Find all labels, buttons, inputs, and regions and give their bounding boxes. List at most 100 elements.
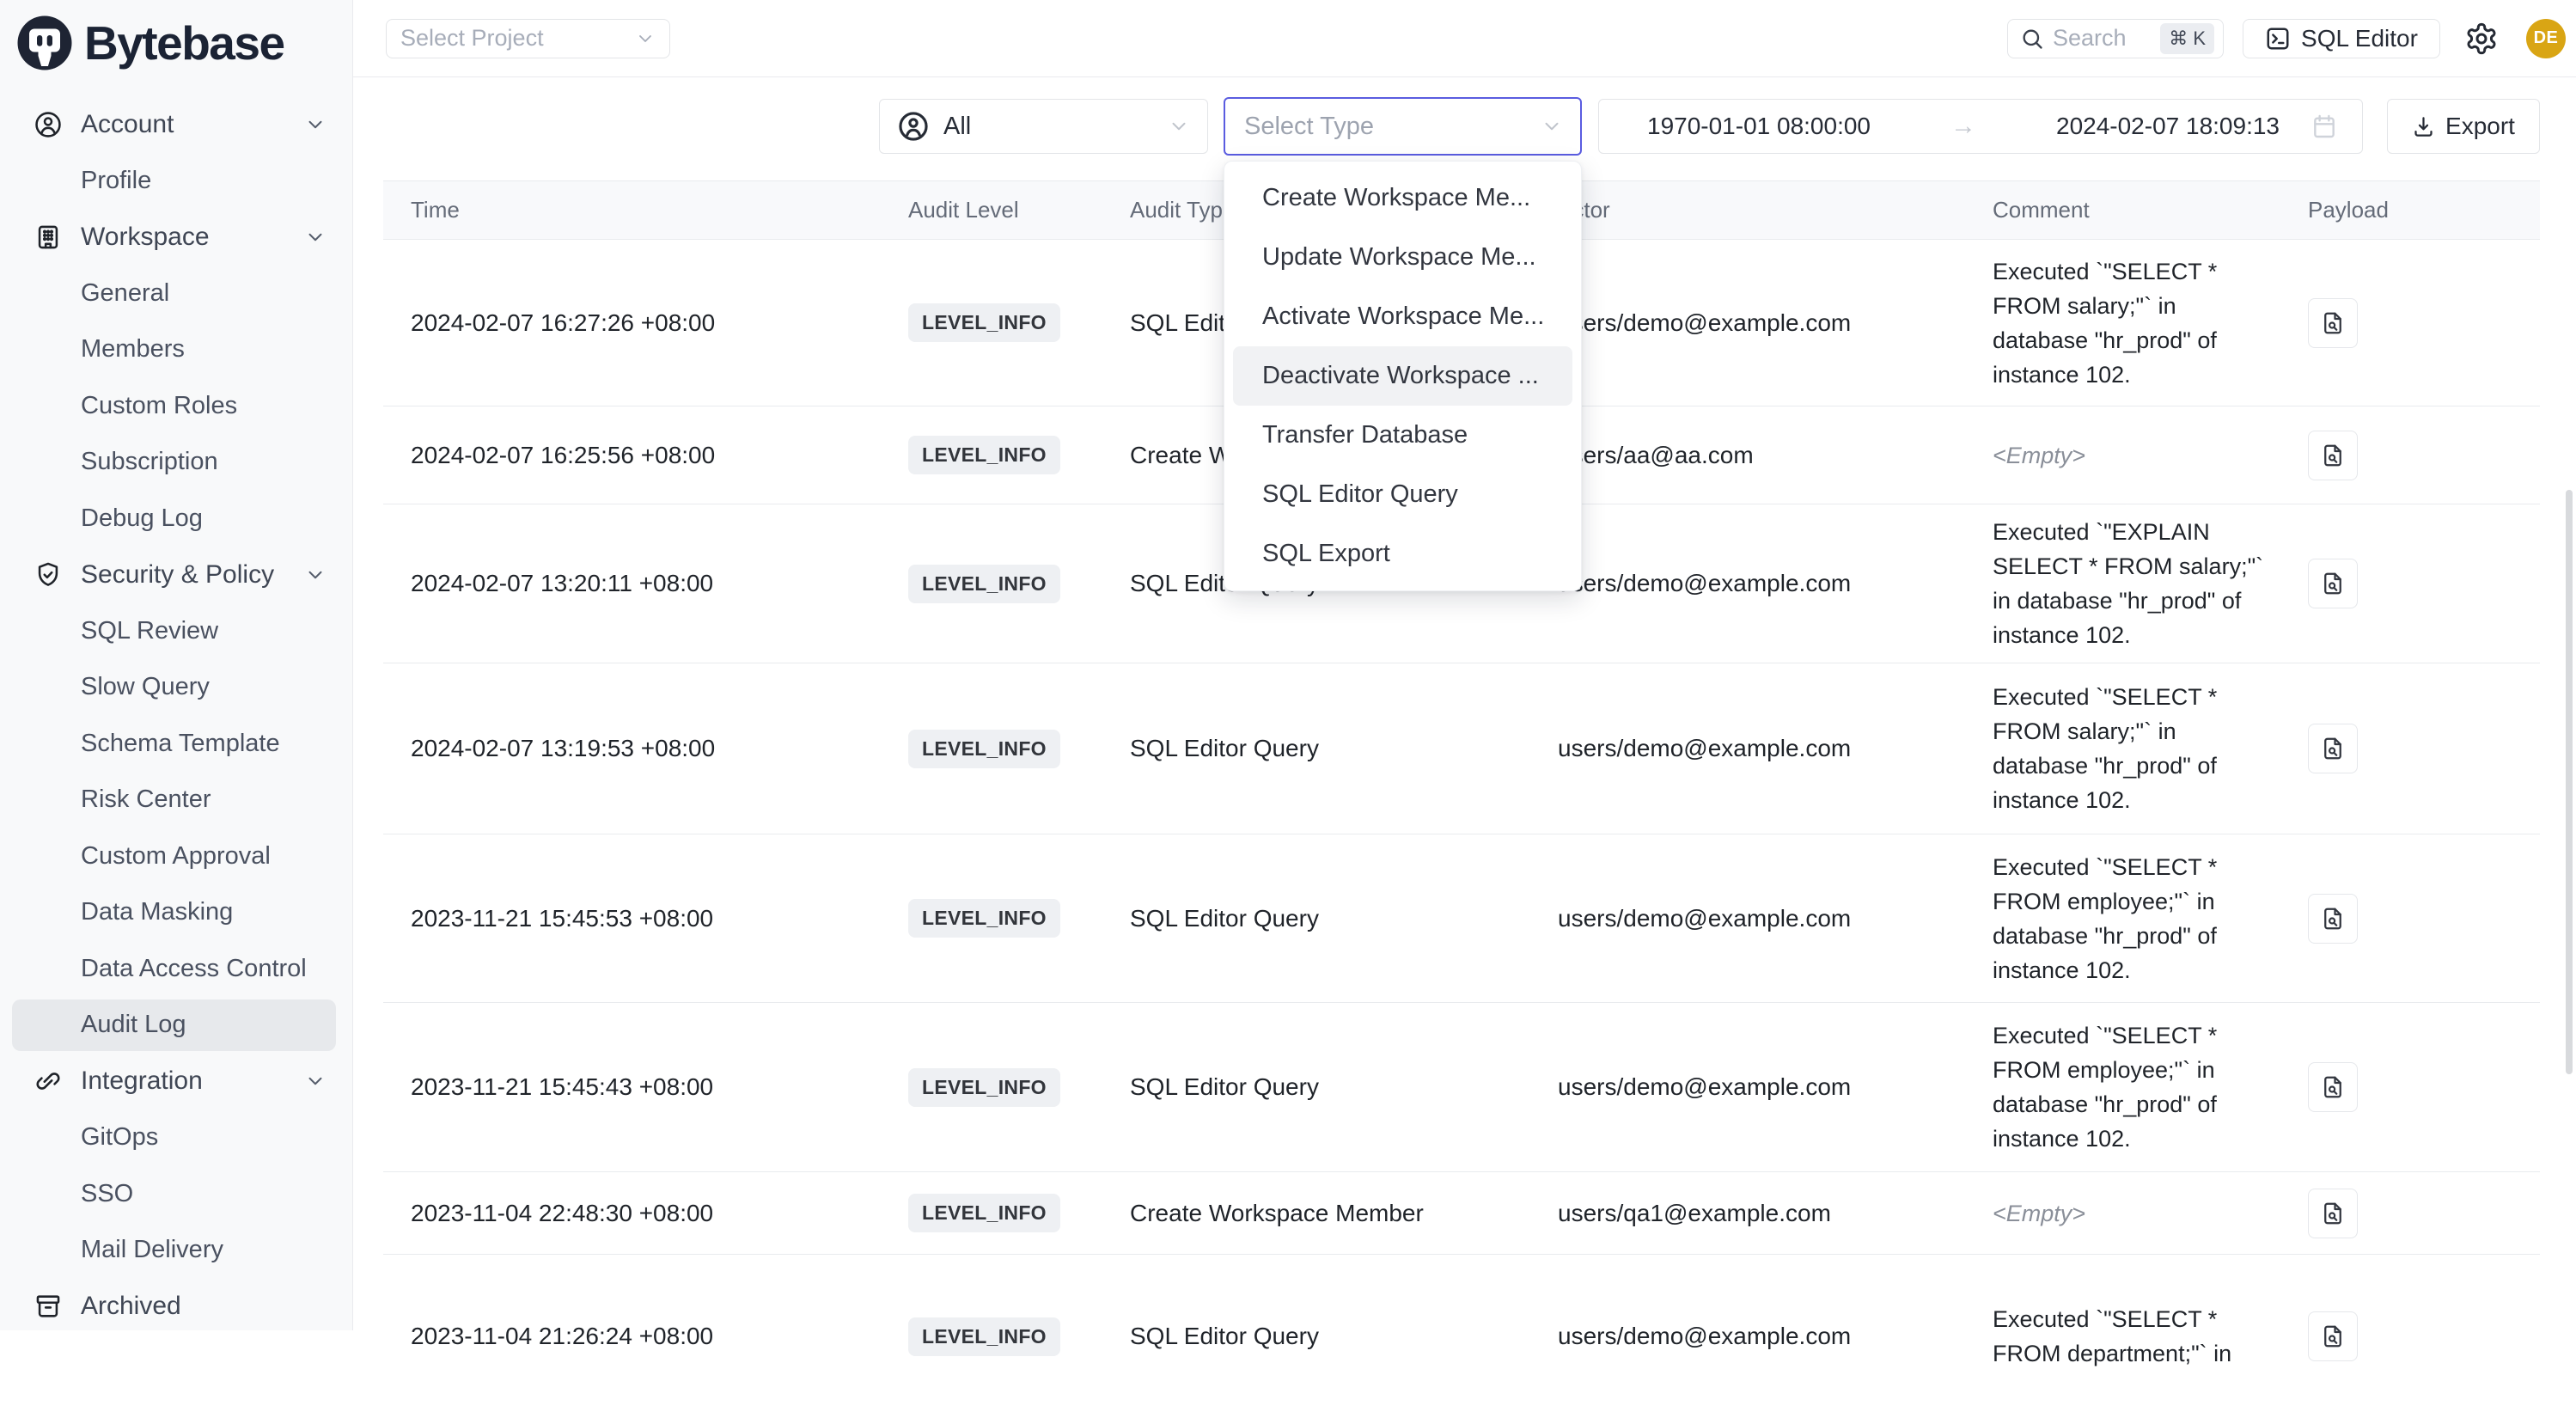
cell-comment: Executed `"SELECT * FROM salary;"` in da… <box>1965 254 2276 392</box>
arrow-right-icon: → <box>1871 112 2056 141</box>
payload-view-button[interactable] <box>2308 1062 2358 1112</box>
sidebar-item-label: Debug Log <box>81 504 203 533</box>
cell-payload <box>2280 1311 2540 1361</box>
sidebar-section-label: Integration <box>81 1067 203 1096</box>
scrollbar-thumb[interactable] <box>2566 490 2573 1074</box>
sql-editor-button[interactable]: SQL Editor <box>2243 19 2440 58</box>
sidebar-item-label: General <box>81 279 169 308</box>
date-from-value: 1970-01-01 08:00:00 <box>1647 113 1871 140</box>
sidebar-item-mail-delivery[interactable]: Mail Delivery <box>0 1222 352 1279</box>
dropdown-option-update-workspace-me[interactable]: Update Workspace Me... <box>1233 228 1572 287</box>
search-shortcut-badge: ⌘ K <box>2160 23 2214 54</box>
sidebar-section-account[interactable]: Account <box>0 96 352 153</box>
payload-view-button[interactable] <box>2308 1311 2358 1361</box>
cell-audit-level: LEVEL_INFO <box>881 899 1102 938</box>
chevron-down-icon <box>304 226 327 248</box>
sidebar-item-profile[interactable]: Profile <box>0 153 352 210</box>
cell-audit-type: SQL Editor Query <box>1102 1073 1530 1101</box>
cell-payload <box>2280 1062 2540 1112</box>
gear-icon[interactable] <box>2464 21 2499 56</box>
audit-level-badge: LEVEL_INFO <box>908 565 1060 603</box>
sidebar-item-custom-approval[interactable]: Custom Approval <box>0 828 352 885</box>
sidebar-item-gitops[interactable]: GitOps <box>0 1109 352 1166</box>
sidebar-item-label: SSO <box>81 1180 133 1208</box>
project-select[interactable]: Select Project <box>386 19 670 58</box>
sidebar-section-archived[interactable]: Archived <box>0 1279 352 1335</box>
cell-comment: Executed `"SELECT * FROM employee;"` in … <box>1965 1018 2276 1156</box>
dropdown-option-sql-export[interactable]: SQL Export <box>1233 524 1572 584</box>
column-header-comment: Comment <box>1965 197 2280 223</box>
bytebase-logo[interactable]: Bytebase <box>0 0 352 86</box>
export-label: Export <box>2445 113 2515 140</box>
cell-payload <box>2280 431 2540 480</box>
sidebar-item-audit-log[interactable]: Audit Log <box>0 997 352 1054</box>
chevron-down-icon <box>304 564 327 586</box>
dropdown-option-activate-workspace-me[interactable]: Activate Workspace Me... <box>1233 287 1572 346</box>
sidebar-item-members[interactable]: Members <box>0 321 352 378</box>
dropdown-option-deactivate-workspace[interactable]: Deactivate Workspace ... <box>1233 346 1572 406</box>
cell-audit-level: LEVEL_INFO <box>881 1068 1102 1107</box>
file-search-icon <box>2320 443 2346 468</box>
sidebar-item-sso[interactable]: SSO <box>0 1166 352 1223</box>
topbar: Select Project Search ⌘ K SQL Editor DE <box>353 0 2576 77</box>
search-input[interactable]: Search ⌘ K <box>2007 19 2224 58</box>
payload-view-button[interactable] <box>2308 559 2358 608</box>
dropdown-option-transfer-database[interactable]: Transfer Database <box>1233 406 1572 465</box>
sidebar-item-risk-center[interactable]: Risk Center <box>0 772 352 828</box>
column-header-audit-level: Audit Level <box>881 197 1102 223</box>
link-icon <box>33 1066 64 1097</box>
sidebar-item-data-masking[interactable]: Data Masking <box>0 884 352 941</box>
sidebar-section-workspace[interactable]: Workspace <box>0 209 352 266</box>
sidebar-section-label: Account <box>81 110 174 139</box>
file-search-icon <box>2320 1074 2346 1100</box>
sidebar-item-label: Custom Approval <box>81 842 271 871</box>
sidebar-item-sql-review[interactable]: SQL Review <box>0 603 352 660</box>
sidebar-item-general[interactable]: General <box>0 266 352 322</box>
type-filter-placeholder: Select Type <box>1244 113 1541 141</box>
sidebar-item-custom-roles[interactable]: Custom Roles <box>0 378 352 435</box>
payload-view-button[interactable] <box>2308 298 2358 348</box>
cell-time: 2023-11-21 15:45:53 +08:00 <box>383 905 881 932</box>
audit-level-badge: LEVEL_INFO <box>908 303 1060 342</box>
sidebar-item-subscription[interactable]: Subscription <box>0 434 352 491</box>
sidebar-section-security-policy[interactable]: Security & Policy <box>0 547 352 603</box>
sidebar-item-data-access-control[interactable]: Data Access Control <box>0 941 352 998</box>
payload-view-button[interactable] <box>2308 431 2358 480</box>
cell-time: 2024-02-07 13:19:53 +08:00 <box>383 735 881 762</box>
file-search-icon <box>2320 906 2346 932</box>
search-placeholder: Search <box>2053 25 2160 52</box>
user-circle-icon <box>897 110 930 143</box>
project-select-placeholder: Select Project <box>400 25 635 52</box>
payload-view-button[interactable] <box>2308 894 2358 944</box>
cell-payload <box>2280 1189 2540 1238</box>
payload-view-button[interactable] <box>2308 1189 2358 1238</box>
date-range-picker[interactable]: 1970-01-01 08:00:00 → 2024-02-07 18:09:1… <box>1598 99 2363 154</box>
audit-log-row: 2023-11-04 22:48:30 +08:00LEVEL_INFOCrea… <box>383 1172 2540 1255</box>
type-filter-dropdown: Create Workspace Me...Update Workspace M… <box>1224 161 1582 591</box>
type-filter-select[interactable]: Select Type <box>1224 97 1582 156</box>
export-button[interactable]: Export <box>2387 99 2540 154</box>
search-icon <box>2020 27 2044 51</box>
sidebar-item-slow-query[interactable]: Slow Query <box>0 659 352 716</box>
cell-audit-level: LEVEL_INFO <box>881 1194 1102 1232</box>
user-avatar[interactable]: DE <box>2526 19 2566 58</box>
cell-time: 2023-11-21 15:45:43 +08:00 <box>383 1073 881 1101</box>
sidebar-item-schema-template[interactable]: Schema Template <box>0 716 352 773</box>
cell-time: 2023-11-04 22:48:30 +08:00 <box>383 1200 881 1227</box>
sidebar-item-label: Custom Roles <box>81 392 237 420</box>
cell-time: 2024-02-07 13:20:11 +08:00 <box>383 570 881 597</box>
bytebase-mascot-icon <box>14 12 76 74</box>
actor-filter-select[interactable]: All <box>879 99 1208 154</box>
sidebar-item-debug-log[interactable]: Debug Log <box>0 491 352 547</box>
cell-comment: Executed `"SELECT * FROM salary;"` in da… <box>1965 680 2276 817</box>
payload-view-button[interactable] <box>2308 724 2358 773</box>
download-icon <box>2412 115 2435 138</box>
dropdown-option-sql-editor-query[interactable]: SQL Editor Query <box>1233 465 1572 524</box>
sidebar-section-integration[interactable]: Integration <box>0 1054 352 1110</box>
audit-log-row: 2024-02-07 13:19:53 +08:00LEVEL_INFOSQL … <box>383 663 2540 834</box>
user-circle-icon <box>33 109 64 140</box>
sidebar-item-label: Schema Template <box>81 730 280 758</box>
dropdown-option-create-workspace-me[interactable]: Create Workspace Me... <box>1233 168 1572 228</box>
sidebar-item-label: Subscription <box>81 448 218 476</box>
chevron-down-icon <box>1168 115 1190 138</box>
